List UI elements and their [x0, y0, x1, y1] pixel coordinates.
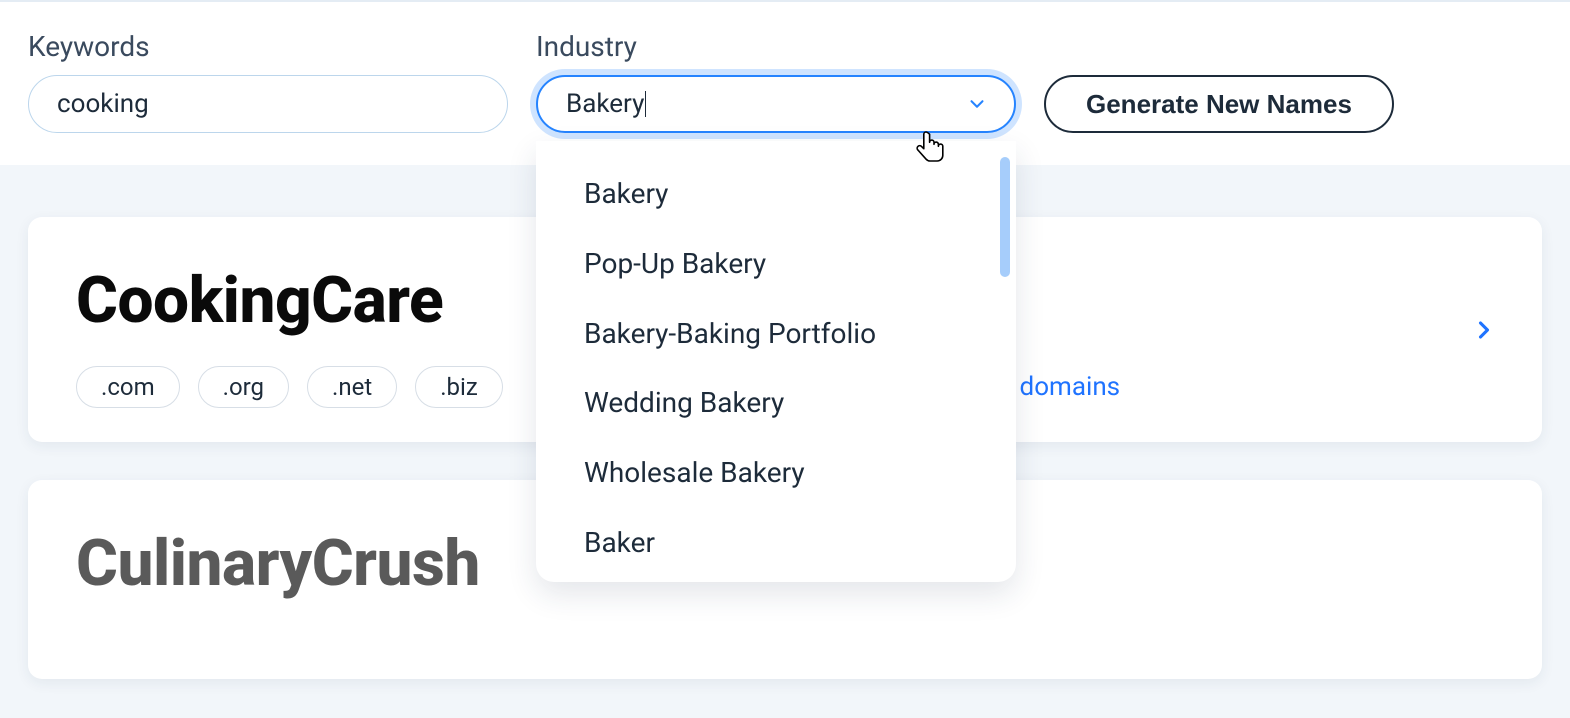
dropdown-scrollbar[interactable] — [1000, 157, 1010, 277]
dropdown-list: BakeryPop-Up BakeryBakery-Baking Portfol… — [536, 141, 1016, 582]
industry-combobox[interactable]: Bakery — [536, 75, 1016, 133]
dropdown-item[interactable]: Wholesale Bakery — [536, 438, 1016, 508]
generate-button-label: Generate New Names — [1086, 89, 1352, 120]
dropdown-item[interactable]: Bakery-Baking Portfolio — [536, 299, 1016, 369]
dropdown-item[interactable]: Pop-Up Bakery — [536, 229, 1016, 299]
dropdown-item[interactable]: Baker — [536, 508, 1016, 578]
domain-chip[interactable]: .org — [198, 366, 289, 408]
industry-combobox-wrap: Bakery BakeryPop-Up BakeryBakery-Baking … — [536, 75, 1016, 133]
industry-value: Bakery — [566, 91, 646, 117]
keywords-label: Keywords — [28, 30, 508, 63]
industry-label: Industry — [536, 30, 1016, 63]
industry-field-group: Industry Bakery BakeryPop-Up BakeryBaker… — [536, 30, 1016, 133]
keywords-field-group: Keywords cooking — [28, 30, 508, 133]
industry-dropdown: BakeryPop-Up BakeryBakery-Baking Portfol… — [536, 141, 1016, 582]
filter-bar: Keywords cooking Industry Bakery BakeryP… — [0, 2, 1570, 165]
dropdown-item[interactable]: Wedding Bakery — [536, 368, 1016, 438]
chevron-right-icon[interactable] — [1470, 316, 1498, 344]
domain-chip[interactable]: .com — [76, 366, 180, 408]
keywords-input[interactable]: cooking — [28, 75, 508, 133]
chevron-down-icon — [966, 93, 988, 115]
dropdown-item[interactable]: Bakery — [536, 159, 1016, 229]
domain-chip[interactable]: .net — [307, 366, 397, 408]
keywords-value: cooking — [57, 89, 149, 119]
domain-chip[interactable]: .biz — [415, 366, 503, 408]
generate-button[interactable]: Generate New Names — [1044, 75, 1394, 133]
